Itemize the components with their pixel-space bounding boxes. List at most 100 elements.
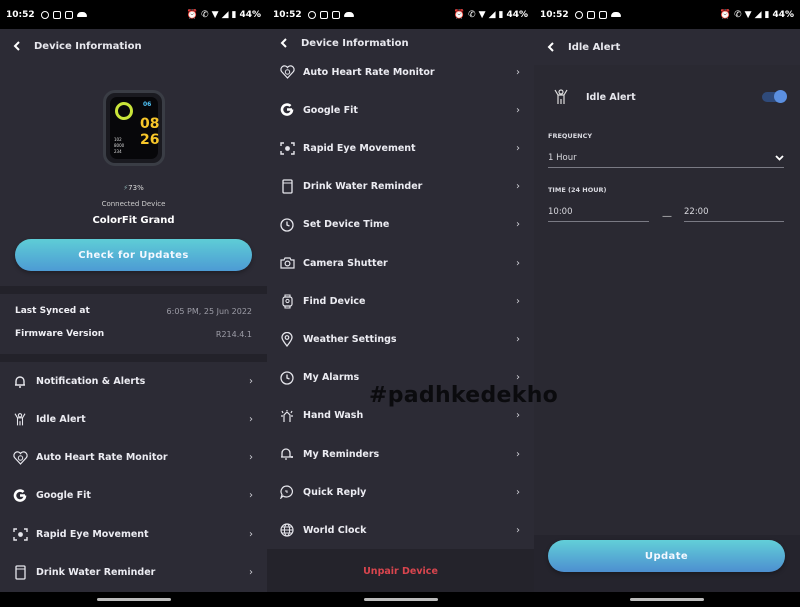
watch-search-icon — [279, 293, 295, 309]
unpair-device-button[interactable]: Unpair Device — [267, 549, 534, 593]
menu-item-label: Idle Alert — [36, 413, 86, 425]
last-synced-row: Last Synced at 6:05 PM, 25 Jun 2022 — [15, 306, 252, 316]
alarm-icon: ⏰ — [453, 9, 466, 20]
instagram-icon — [64, 10, 73, 19]
menu-item-google-fit[interactable]: Google Fit › — [0, 477, 267, 515]
status-time: 10:52 — [273, 9, 302, 20]
menu-item-drink-water-reminder[interactable]: Drink Water Reminder › — [267, 168, 534, 206]
menu-item-label: Quick Reply — [303, 486, 367, 498]
instagram-icon — [319, 10, 328, 19]
chevron-down-icon — [775, 154, 784, 161]
menu-item-label: Auto Heart Rate Monitor — [36, 452, 168, 464]
menu-item-drink-water-reminder[interactable]: Drink Water Reminder › — [0, 554, 267, 592]
chevron-right-icon: › — [516, 66, 520, 78]
menu-item-label: Notification & Alerts — [36, 375, 146, 387]
chevron-right-icon: › — [249, 490, 253, 502]
device-info-screen-1: 10:52 ⏰ ✆ ▼ ◢ ▮ 44% Device Information 0… — [0, 0, 267, 607]
chevron-right-icon: › — [516, 104, 520, 116]
home-indicator[interactable] — [96, 598, 171, 601]
frequency-select[interactable]: 1 Hour — [548, 148, 784, 168]
page-title: Device Information — [301, 37, 409, 49]
watch-battery-ring — [115, 102, 133, 120]
battery-icon: ▮ — [498, 9, 504, 20]
menu-item-weather-settings[interactable]: Weather Settings › — [267, 320, 534, 358]
connected-label: Connected Device — [101, 200, 166, 208]
cloud-icon — [610, 12, 621, 17]
globe-icon — [279, 522, 295, 538]
menu-item-notification-alerts[interactable]: Notification & Alerts › — [0, 362, 267, 400]
watermark-text: #padhkedekho — [369, 383, 559, 408]
status-bar: 10:52 ⏰ ✆ ▼ ◢ ▮ 44% — [534, 0, 800, 29]
menu-item-auto-heart-rate-monitor[interactable]: Auto Heart Rate Monitor › — [267, 53, 534, 91]
menu-item-quick-reply[interactable]: Quick Reply › — [267, 473, 534, 511]
instagram-icon — [586, 10, 595, 19]
chevron-right-icon: › — [249, 375, 253, 387]
menu-item-label: Drink Water Reminder — [36, 567, 156, 578]
chat-bubble-icon — [279, 484, 295, 500]
instagram-icon — [52, 10, 61, 19]
bell-plus-icon — [279, 446, 295, 462]
idle-alert-label: Idle Alert — [586, 91, 636, 103]
nav-bar — [267, 592, 534, 607]
idle-alert-toggle-row: Idle Alert — [534, 82, 800, 112]
menu-item-find-device[interactable]: Find Device › — [267, 282, 534, 320]
home-indicator[interactable] — [630, 598, 704, 601]
chevron-right-icon: › — [516, 524, 520, 536]
menu-item-my-reminders[interactable]: My Reminders › — [267, 435, 534, 473]
menu-item-label: Google Fit — [303, 104, 358, 116]
glass-icon — [279, 179, 295, 195]
start-time-input[interactable]: 10:00 — [548, 202, 649, 222]
end-time-input[interactable]: 22:00 — [684, 202, 784, 222]
update-button[interactable]: Update — [548, 540, 785, 572]
watch-stat: 102 — [114, 137, 122, 142]
frequency-label: FREQUENCY — [548, 132, 593, 140]
instagram-icon — [598, 10, 607, 19]
firmware-row: Firmware Version R214.4.1 — [15, 329, 252, 339]
back-button[interactable] — [544, 40, 558, 54]
menu-item-label: Weather Settings — [303, 333, 397, 345]
battery-percent: 44% — [772, 9, 794, 20]
time-label: TIME (24 HOUR) — [548, 186, 607, 194]
status-bar: 10:52 ⏰ ✆ ▼ ◢ ▮ 44% — [0, 0, 267, 29]
hand-wash-icon — [279, 408, 295, 424]
app-icon — [574, 10, 583, 19]
back-button[interactable] — [10, 39, 24, 53]
home-indicator[interactable] — [363, 598, 438, 601]
check-updates-button[interactable]: Check for Updates — [15, 239, 252, 271]
back-button[interactable] — [277, 36, 291, 50]
page-title: Device Information — [34, 40, 142, 52]
menu-item-label: World Clock — [303, 524, 367, 536]
app-bar: Device Information — [0, 29, 267, 63]
menu-item-rapid-eye-movement[interactable]: Rapid Eye Movement › — [267, 129, 534, 167]
watch-date: 06 — [143, 101, 152, 108]
chevron-right-icon: › — [516, 219, 520, 231]
menu-item-label: Set Device Time — [303, 219, 390, 231]
alarm-icon: ⏰ — [719, 9, 732, 20]
menu-item-label: Google Fit — [36, 490, 91, 502]
menu-item-google-fit[interactable]: Google Fit › — [267, 91, 534, 129]
wifi-call-icon: ✆ — [734, 9, 742, 20]
app-icon — [307, 10, 316, 19]
cloud-icon — [76, 12, 87, 17]
time-separator: — — [662, 211, 672, 222]
bell-icon — [12, 373, 28, 389]
wifi-call-icon: ✆ — [468, 9, 476, 20]
menu-item-label: My Alarms — [303, 372, 360, 384]
menu-item-idle-alert[interactable]: Idle Alert › — [0, 400, 267, 438]
chevron-left-icon — [280, 38, 287, 48]
menu-item-auto-heart-rate-monitor[interactable]: Auto Heart Rate Monitor › — [0, 439, 267, 477]
camera-icon — [279, 255, 295, 271]
menu-item-label: Drink Water Reminder — [303, 181, 423, 193]
menu-item-camera-shutter[interactable]: Camera Shutter › — [267, 244, 534, 282]
device-name: ColorFit Grand — [92, 215, 175, 226]
idle-alert-toggle[interactable] — [762, 90, 787, 103]
chevron-right-icon: › — [516, 295, 520, 307]
chevron-right-icon: › — [516, 410, 520, 422]
menu-item-set-device-time[interactable]: Set Device Time › — [267, 206, 534, 244]
wifi-icon: ▼ — [478, 9, 486, 20]
menu-item-rapid-eye-movement[interactable]: Rapid Eye Movement › — [0, 515, 267, 553]
menu-item-world-clock[interactable]: World Clock › — [267, 511, 534, 549]
nav-bar — [534, 592, 800, 607]
device-info-screen-2: 10:52 ⏰ ✆ ▼ ◢ ▮ 44% Device Information A… — [267, 0, 534, 607]
status-bar: 10:52 ⏰ ✆ ▼ ◢ ▮ 44% — [267, 0, 534, 29]
